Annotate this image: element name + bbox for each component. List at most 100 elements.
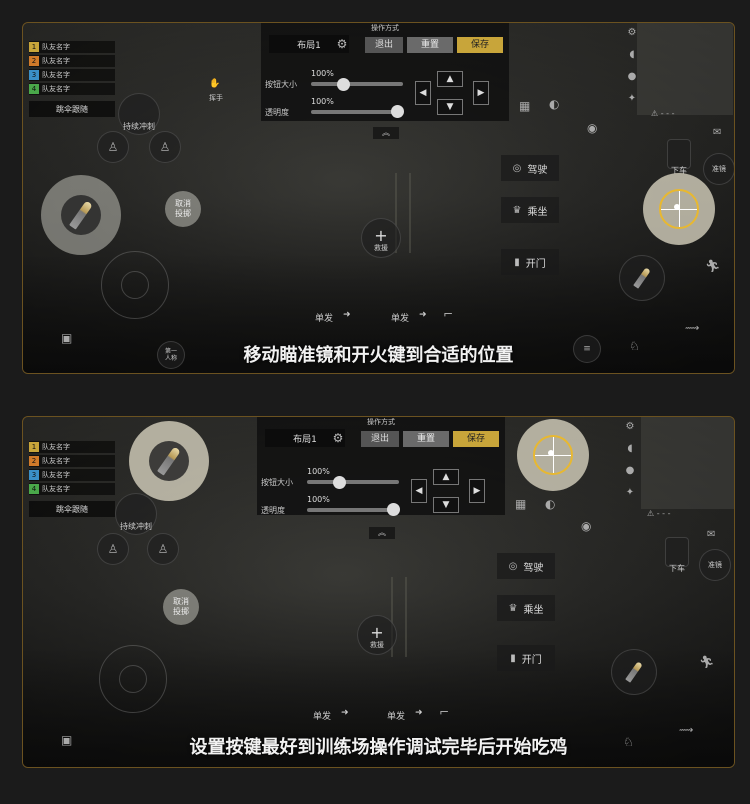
chat-icon[interactable]: ✉ (707, 529, 715, 540)
rescue-button[interactable]: + 救援 (357, 615, 397, 655)
chat-icon[interactable]: ✉ (713, 127, 721, 138)
aim-scope-button[interactable]: 准镜 (699, 549, 731, 581)
drive-button[interactable]: ◎ 驾驶 (497, 553, 555, 579)
minimap[interactable] (637, 23, 733, 115)
prone-button[interactable]: ♙ (149, 131, 181, 163)
pistol-icon[interactable]: ⌐ (443, 307, 453, 321)
crosshair-fire-button[interactable] (517, 419, 589, 491)
sprint-button[interactable]: 持续冲刺 (115, 493, 157, 535)
backpack-icon[interactable]: ▦ (515, 497, 526, 511)
left-fire-button[interactable] (129, 421, 209, 501)
ride-button[interactable]: ♛ 乘坐 (501, 197, 559, 223)
drive-button[interactable]: ◎ 驾驶 (501, 155, 559, 181)
right-fire-button[interactable] (619, 255, 665, 301)
speaker-icon[interactable]: ◖ (623, 49, 641, 71)
exit-button[interactable]: 退出 (365, 37, 403, 53)
seat-icon: ♛ (508, 602, 518, 614)
prone-pose-icon[interactable]: ⟿ (685, 323, 699, 334)
follow-button[interactable]: 跳伞跟随 (29, 501, 115, 517)
minimap[interactable] (641, 417, 734, 509)
arrow-down-button[interactable]: ▼ (433, 497, 459, 513)
opacity-slider[interactable] (311, 110, 403, 114)
button-size-slider[interactable] (307, 480, 399, 484)
backpack-icon[interactable]: ▦ (519, 99, 530, 113)
opacity-knob[interactable] (391, 105, 404, 118)
button-size-value: 100% (307, 467, 330, 476)
fire-mode-left-icon[interactable]: ➜ (341, 708, 349, 718)
fire-mode-right-icon[interactable]: ➜ (415, 708, 423, 718)
ride-button[interactable]: ♛ 乘坐 (497, 595, 555, 621)
crouch-button[interactable]: ♙ (97, 131, 129, 163)
settings-icon[interactable]: ⚙ (621, 421, 639, 443)
warning-icon: ⚠ - - - (647, 509, 671, 518)
fire-mode-left-icon[interactable]: ➜ (343, 310, 351, 320)
arrow-right-button[interactable]: ▶ (469, 479, 485, 503)
teammate-number: 3 (29, 470, 39, 480)
opacity-slider[interactable] (307, 508, 399, 512)
mic-icon[interactable]: ● (623, 71, 641, 93)
joystick-knob[interactable] (119, 665, 147, 693)
arrow-down-button[interactable]: ▼ (437, 99, 463, 115)
sprint-button[interactable]: 持续冲刺 (118, 93, 160, 135)
wave-icon[interactable]: ✋ (209, 79, 220, 89)
jump-icon[interactable]: 🏃︎ (705, 259, 720, 273)
arrow-left-button[interactable]: ◀ (411, 479, 427, 503)
exit-vehicle-button[interactable]: 下车 (667, 139, 691, 175)
button-size-slider[interactable] (311, 82, 403, 86)
right-fire-button[interactable] (611, 649, 657, 695)
warning-icon: ⚠ - - - (651, 109, 675, 118)
reset-button[interactable]: 重置 (403, 431, 449, 447)
eye-icon[interactable]: ◉ (587, 121, 597, 135)
teammate-number: 4 (29, 484, 39, 494)
running-icon[interactable]: ✦ (621, 487, 639, 509)
opacity-knob[interactable] (387, 503, 400, 516)
button-size-knob[interactable] (337, 78, 350, 91)
aim-scope-button[interactable]: 准镜 (703, 153, 734, 185)
fire-mode-right-icon[interactable]: ➜ (419, 310, 427, 320)
mic-icon[interactable]: ● (621, 465, 639, 487)
person-icon: ♙ (157, 542, 169, 556)
exit-button[interactable]: 退出 (361, 431, 399, 447)
gear-icon[interactable]: ⚙ (333, 35, 351, 53)
grenade-icon[interactable]: ◐ (545, 497, 555, 511)
follow-button[interactable]: 跳伞跟随 (29, 101, 115, 117)
gear-icon[interactable]: ⚙ (329, 429, 347, 447)
cancel-throw-button[interactable]: 取消 投掷 (165, 191, 201, 227)
arrow-left-button[interactable]: ◀ (415, 81, 431, 105)
arrow-up-button[interactable]: ▲ (433, 469, 459, 485)
caption-text: 设置按键最好到训练场操作调试完毕后开始吃鸡 (189, 737, 568, 758)
pistol-icon[interactable]: ⌐ (439, 705, 449, 719)
eye-icon[interactable]: ◉ (581, 519, 591, 533)
open-door-button[interactable]: ▮ 开门 (497, 645, 555, 671)
cancel-throw-button[interactable]: 取消 投掷 (163, 589, 199, 625)
button-size-knob[interactable] (333, 476, 346, 489)
reset-button[interactable]: 重置 (407, 37, 453, 53)
speaker-icon[interactable]: ◖ (621, 443, 639, 465)
open-door-button[interactable]: ▮ 开门 (501, 249, 559, 275)
jump-icon[interactable]: 🏃︎ (699, 655, 714, 669)
joystick-knob[interactable] (121, 271, 149, 299)
crouch-button[interactable]: ♙ (97, 533, 129, 565)
save-button[interactable]: 保存 (453, 431, 499, 447)
teammate-name: 队友名字 (42, 457, 70, 465)
grenade-icon[interactable]: ◐ (549, 97, 559, 111)
screenshot-panel-1: 1 队友名字 2 队友名字 3 队友名字 4 队友名字 跳伞跟随 持续冲刺 ♙ ♙ 取消… (22, 22, 735, 374)
opacity-value: 100% (311, 97, 334, 106)
exit-vehicle-button[interactable]: 下车 (665, 537, 689, 573)
settings-icon[interactable]: ⚙ (623, 27, 641, 49)
prone-button[interactable]: ♙ (147, 533, 179, 565)
left-fire-button[interactable] (41, 175, 121, 255)
collapse-settings-button[interactable]: ︽ (373, 127, 399, 139)
arrow-right-button[interactable]: ▶ (473, 81, 489, 105)
right-icon-column: ⚙ ◖ ● ✦ (621, 421, 639, 509)
collapse-settings-button[interactable]: ︽ (369, 527, 395, 539)
running-icon[interactable]: ✦ (623, 93, 641, 115)
teammate-row: 4 队友名字 (29, 83, 115, 95)
rescue-button[interactable]: + 救援 (361, 218, 401, 258)
sprint-label: 持续冲刺 (123, 122, 155, 131)
save-button[interactable]: 保存 (457, 37, 503, 53)
crosshair-fire-button[interactable] (643, 173, 715, 245)
arrow-up-button[interactable]: ▲ (437, 71, 463, 87)
steering-wheel-icon: ◎ (512, 162, 522, 174)
crosshair-icon (533, 435, 573, 475)
